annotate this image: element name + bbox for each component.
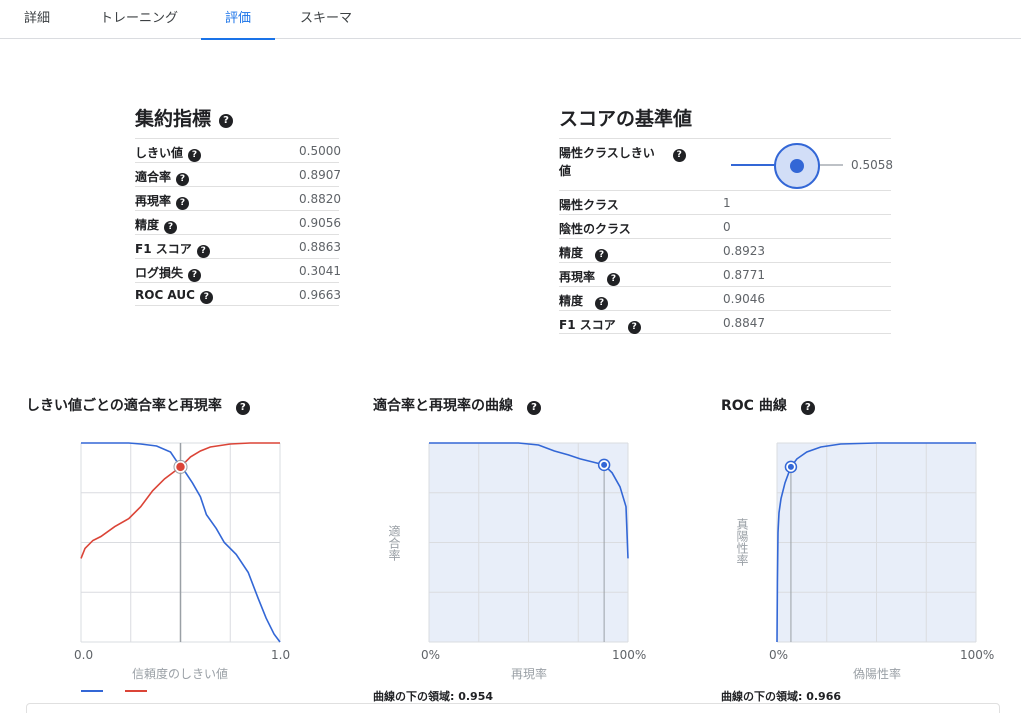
score-value: 0.8771 <box>723 268 765 282</box>
score-label: 陽性クラス <box>559 198 619 212</box>
x-tick-min: 0.0 <box>74 648 94 662</box>
help-icon[interactable]: ? <box>219 114 234 128</box>
metric-value: 0.9056 <box>299 216 341 230</box>
x-axis-title: 信頼度のしきい値 <box>132 667 229 681</box>
operating-point <box>174 461 187 473</box>
metric-value: 0.5000 <box>299 144 341 158</box>
pr-chart[interactable] <box>428 442 629 643</box>
threshold-chart-title: しきい値ごとの適合率と再現率? <box>26 395 250 415</box>
score-value: 0.8923 <box>723 244 765 258</box>
metric-row-recall: 再現率? 0.8820 <box>135 186 341 210</box>
metric-row-accuracy: 精度? 0.9056 <box>135 210 341 234</box>
score-threshold-title-text: スコアの基準値 <box>559 108 693 130</box>
metric-label: F1 スコア <box>135 242 192 256</box>
help-icon[interactable]: ? <box>595 249 609 262</box>
score-value: 0.9046 <box>723 292 765 306</box>
operating-point <box>601 461 608 468</box>
help-icon[interactable]: ? <box>196 245 210 258</box>
score-label: F1 スコア <box>559 318 616 332</box>
score-label: 精度 <box>559 294 584 308</box>
metric-label: ROC AUC <box>135 288 195 302</box>
metric-row-threshold: しきい値? 0.5000 <box>135 138 341 162</box>
threshold-chart[interactable] <box>80 442 281 643</box>
metric-value: 0.8907 <box>299 168 341 182</box>
score-row-f1: F1 スコア? 0.8847 <box>559 310 891 334</box>
pr-chart-title-text: 適合率と再現率の曲線 <box>373 398 513 414</box>
score-label: 陰性のクラス <box>559 222 631 236</box>
help-icon[interactable]: ? <box>235 401 250 415</box>
score-value: 1 <box>723 196 731 210</box>
score-label: 精度 <box>559 246 584 260</box>
help-icon[interactable]: ? <box>176 173 190 186</box>
x-tick-max: 100% <box>960 648 995 662</box>
threshold-label: 陽性クラスしきい <box>559 146 655 160</box>
help-icon[interactable]: ? <box>164 221 178 234</box>
legend-recall-swatch <box>125 690 147 692</box>
score-row-accuracy: 精度? 0.9046 <box>559 286 891 310</box>
metric-value: 0.8820 <box>299 192 341 206</box>
metric-label: 精度 <box>135 218 160 232</box>
slider-thumb[interactable] <box>790 159 804 173</box>
x-axis-title: 再現率 <box>511 667 548 681</box>
score-row-recall: 再現率? 0.8771 <box>559 262 891 286</box>
metric-label: 適合率 <box>135 170 172 184</box>
metric-row-roc-auc: ROC AUC? 0.9663 <box>135 282 341 306</box>
threshold-slider-row: 陽性クラスしきい? 値 0.5058 <box>559 138 893 190</box>
tab-details[interactable]: 詳細 <box>14 0 60 39</box>
threshold-label-cont: 値 <box>559 164 572 178</box>
x-tick-max: 1.0 <box>271 648 291 662</box>
score-value: 0 <box>723 220 731 234</box>
bottom-card <box>26 703 1000 713</box>
tab-evaluate[interactable]: 評価 <box>201 0 275 40</box>
help-icon[interactable]: ? <box>527 401 541 415</box>
threshold-value: 0.5058 <box>851 158 893 172</box>
threshold-chart-title-text: しきい値ごとの適合率と再現率 <box>26 398 222 414</box>
score-label: 再現率 <box>559 270 596 284</box>
metric-value: 0.3041 <box>299 264 341 278</box>
roc-chart-title-text: ROC 曲線 <box>721 398 787 414</box>
metric-value: 0.8863 <box>299 240 341 254</box>
help-icon[interactable]: ? <box>800 401 815 415</box>
roc-auc-label: 曲線の下の領域: 0.966 <box>721 690 842 703</box>
help-icon[interactable]: ? <box>672 149 686 162</box>
score-threshold-title: スコアの基準値 <box>559 104 692 131</box>
help-icon[interactable]: ? <box>199 291 213 304</box>
x-tick-max: 100% <box>612 648 647 662</box>
x-tick-min: 0% <box>421 648 441 662</box>
metric-label: 再現率 <box>135 194 172 208</box>
y-axis-title: 真陽性率 <box>735 518 749 566</box>
tab-training[interactable]: トレーニング <box>92 0 186 39</box>
metric-row-precision: 適合率? 0.8907 <box>135 162 341 186</box>
x-axis-title: 偽陽性率 <box>853 667 902 681</box>
pr-auc-label: 曲線の下の領域: 0.954 <box>373 690 494 703</box>
metric-label: しきい値 <box>135 146 184 160</box>
score-row-precision: 精度? 0.8923 <box>559 238 891 262</box>
roc-chart-title: ROC 曲線? <box>721 395 815 415</box>
help-icon[interactable]: ? <box>627 321 641 334</box>
summary-metrics-title-text: 集約指標 <box>135 108 212 130</box>
score-value: 0.8847 <box>723 316 765 330</box>
pr-chart-title: 適合率と再現率の曲線? <box>373 395 541 415</box>
tab-bar: 詳細 トレーニング 評価 スキーマ <box>0 0 1021 40</box>
metric-label: ログ損失 <box>135 266 184 280</box>
help-icon[interactable]: ? <box>188 269 202 282</box>
roc-chart[interactable] <box>776 442 977 643</box>
help-icon[interactable]: ? <box>188 149 202 162</box>
summary-metrics-title: 集約指標? <box>135 104 234 131</box>
x-tick-min: 0% <box>769 648 789 662</box>
help-icon[interactable]: ? <box>595 297 609 310</box>
metric-row-f1: F1 スコア? 0.8863 <box>135 234 341 258</box>
y-axis-title: 適合率 <box>387 525 401 561</box>
help-icon[interactable]: ? <box>176 197 190 210</box>
tab-schema[interactable]: スキーマ <box>290 0 362 39</box>
help-icon[interactable]: ? <box>607 273 621 286</box>
operating-point <box>787 463 794 470</box>
metric-value: 0.9663 <box>299 288 341 302</box>
legend-precision-swatch <box>81 690 103 692</box>
score-row-negative-class: 陰性のクラス 0 <box>559 214 891 238</box>
score-row-positive-class: 陽性クラス 1 <box>559 190 891 214</box>
metric-row-log-loss: ログ損失? 0.3041 <box>135 258 341 282</box>
